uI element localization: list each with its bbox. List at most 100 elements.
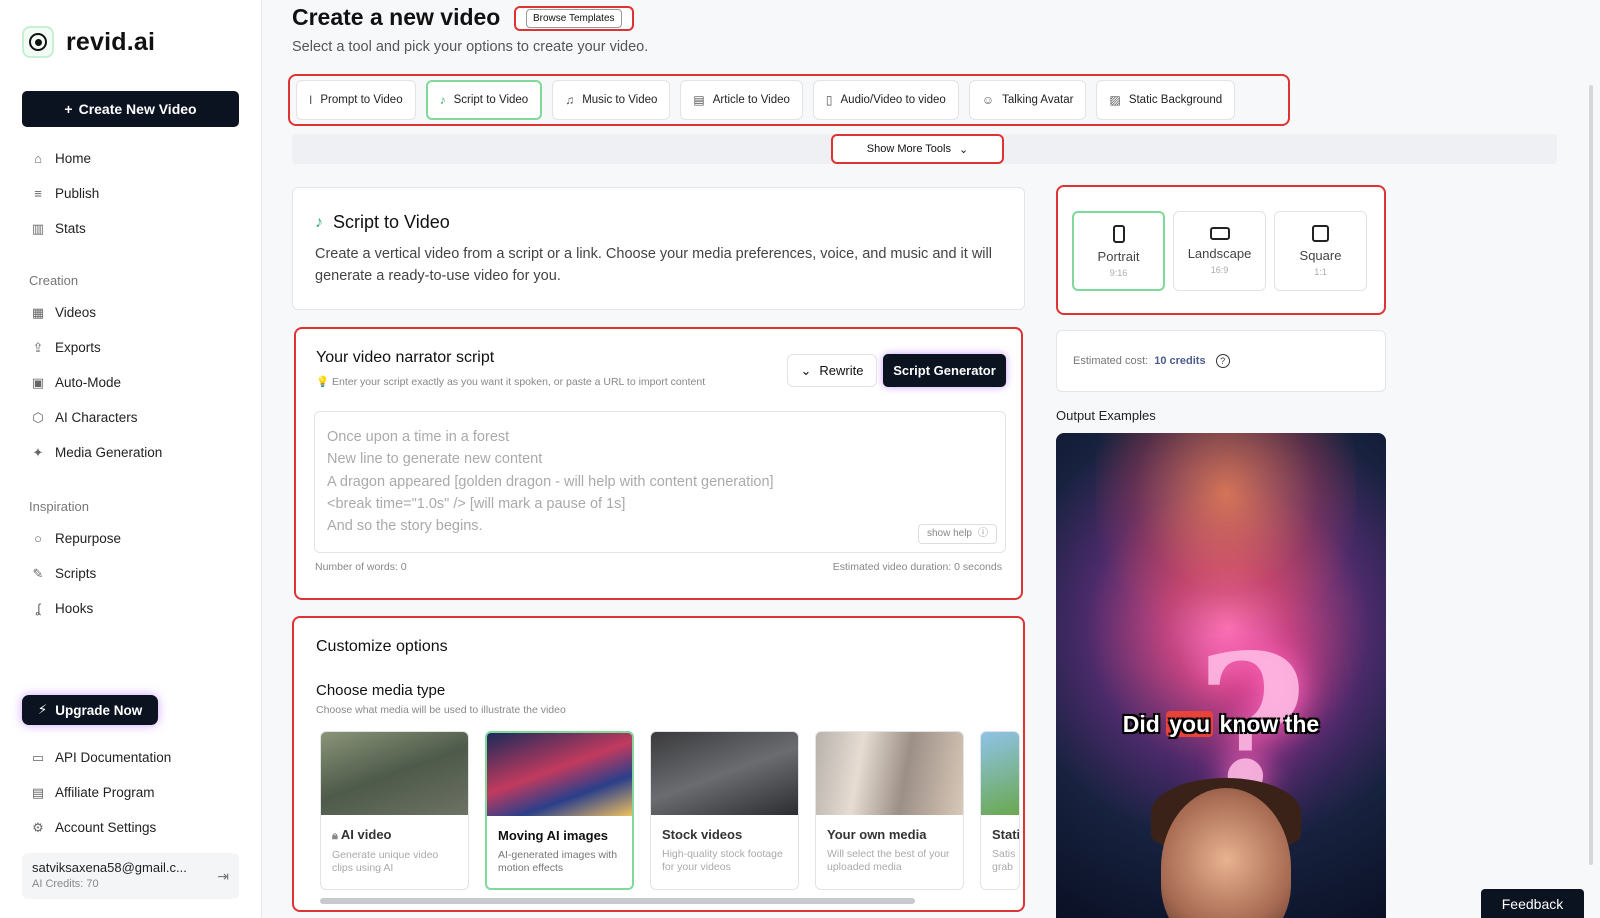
intro-title: Script to Video (333, 212, 450, 232)
script-textarea[interactable]: Once upon a time in a forest New line to… (314, 411, 1006, 553)
sidebar-item-affiliate[interactable]: ▤ Affiliate Program (22, 775, 239, 810)
media-option-own-media[interactable]: Your own media Will select the best of y… (815, 731, 964, 890)
tool-prompt-to-video[interactable]: I Prompt to Video (296, 80, 416, 120)
media-option-ai-video[interactable]: 🔒︎ AI video Generate unique video clips … (320, 731, 469, 890)
money-icon: ▤ (31, 784, 45, 800)
inspiration-nav: Inspiration ○ Repurpose ✎ Scripts ʆ Hooks (22, 491, 239, 626)
creation-nav: Creation ▦ Videos ⇪ Exports ▣ Auto-Mode ⬡ AI… (22, 265, 239, 470)
tool-script-to-video[interactable]: ♪ Script to Video (425, 80, 543, 120)
sidebar-item-account-settings[interactable]: ⚙ Account Settings (22, 810, 239, 845)
tool-music-to-video[interactable]: ♫ Music to Video (552, 80, 671, 120)
plus-icon: + (64, 101, 73, 117)
page-scrollbar[interactable] (1589, 85, 1593, 865)
ai-video-thumbnail (321, 732, 468, 815)
home-icon: ⌂ (34, 151, 42, 166)
show-help-button[interactable]: show help ⓘ (917, 524, 997, 544)
stats-icon: ▥ (31, 220, 45, 236)
sidebar-item-auto-mode[interactable]: ▣ Auto-Mode (22, 365, 239, 400)
aspect-landscape[interactable]: Landscape 16:9 (1173, 211, 1266, 291)
video-caption: Did you know the (1122, 711, 1320, 737)
aspect-portrait[interactable]: Portrait 9:16 (1072, 211, 1165, 291)
book-icon: ▭ (31, 749, 45, 765)
portrait-icon (1112, 224, 1125, 243)
tool-audio-video-to-video[interactable]: ▯ Audio/Video to video (812, 80, 959, 120)
tool-article-to-video[interactable]: ▤ Article to Video (680, 80, 803, 120)
browse-templates-button[interactable]: Browse Templates (514, 6, 634, 31)
lock-icon: 🔒︎ (332, 830, 341, 842)
sidebar-item-scripts[interactable]: ✎ Scripts (22, 556, 239, 591)
media-type-subtitle: Choose what media will be used to illust… (316, 704, 566, 716)
tool-bar: I Prompt to Video ♪ Script to Video ♫ Music… (288, 74, 1290, 126)
page-subtitle: Select a tool and pick your options to c… (292, 39, 649, 55)
rewrite-button[interactable]: ⌄ Rewrite (787, 354, 877, 387)
feedback-button[interactable]: Feedback (1481, 889, 1584, 918)
sidebar-item-hooks[interactable]: ʆ Hooks (22, 591, 239, 626)
stock-videos-thumbnail (651, 732, 798, 815)
sidebar-item-api-docs[interactable]: ▭ API Documentation (22, 740, 239, 775)
sidebar-item-home[interactable]: ⌂ Home (22, 141, 239, 176)
sparkle-icon: ✦ (32, 444, 44, 460)
create-new-video-button[interactable]: + Create New Video (22, 91, 239, 127)
tool-intro-card: ♪ Script to Video Create a vertical video… (292, 187, 1025, 310)
creation-header: Creation (29, 272, 79, 288)
user-account[interactable]: satviksaxena58@gmail.c... AI Credits: 70… (22, 853, 239, 899)
user-email: satviksaxena58@gmail.c... (32, 860, 187, 875)
landscape-icon (1209, 227, 1230, 240)
help-icon[interactable]: ? (1215, 354, 1230, 368)
logout-icon[interactable]: ⇥ (217, 868, 229, 885)
media-option-static[interactable]: Stati Satis grab (980, 731, 1020, 890)
bottom-nav: ▭ API Documentation ▤ Affiliate Program ⚙ A… (22, 740, 239, 845)
media-type-list: 🔒︎ AI video Generate unique video clips … (320, 731, 1020, 890)
tiktok-icon: ♪ (315, 213, 323, 231)
grid-icon: ▦ (31, 304, 45, 320)
chevron-down-icon: ⌄ (958, 143, 969, 156)
own-media-thumbnail (816, 732, 963, 815)
sidebar-item-ai-characters[interactable]: ⬡ AI Characters (22, 400, 239, 435)
media-type-title: Choose media type (316, 682, 446, 699)
media-option-moving-ai-images[interactable]: Moving AI images AI-generated images wit… (485, 731, 634, 890)
brand-name: revid.ai (66, 27, 156, 56)
lightning-icon: ⚡ (37, 702, 48, 717)
static-thumbnail (981, 732, 1019, 815)
upgrade-now-button[interactable]: ⚡ Upgrade Now (22, 695, 158, 725)
sidebar-item-stats[interactable]: ▥ Stats (22, 211, 239, 246)
sidebar-item-exports[interactable]: ⇪ Exports (22, 330, 239, 365)
sidebar-item-publish[interactable]: ≡ Publish (22, 176, 239, 211)
word-count: Number of words: 0 (315, 561, 407, 573)
customize-card: Customize options Choose media type Choo… (292, 616, 1025, 912)
customize-title: Customize options (316, 638, 448, 655)
sidebar-item-videos[interactable]: ▦ Videos (22, 295, 239, 330)
tiktok-icon: ♪ (439, 93, 446, 107)
chevron-down-icon: ⌄ (800, 362, 812, 378)
main-nav: ⌂ Home ≡ Publish ▥ Stats (22, 141, 239, 246)
avatar-icon: ☺ (981, 93, 995, 107)
sidebar-item-media-generation[interactable]: ✦ Media Generation (22, 435, 239, 470)
inspiration-header: Inspiration (29, 498, 89, 514)
image-icon: ▨ (1109, 93, 1121, 107)
publish-icon: ≡ (34, 186, 42, 201)
sidebar-item-repurpose[interactable]: ○ Repurpose (22, 521, 239, 556)
intro-description: Create a vertical video from a script or… (315, 246, 992, 284)
script-card: Your video narrator script 💡 Enter your … (294, 327, 1023, 600)
show-more-tools-button[interactable]: Show More Tools ⌄ (831, 134, 1004, 164)
media-scrollbar[interactable] (320, 898, 915, 904)
gear-icon: ⚙ (32, 819, 44, 835)
aspect-square[interactable]: Square 1:1 (1274, 211, 1367, 291)
character-icon: ⬡ (32, 409, 44, 425)
estimated-cost: Estimated cost: 10 credits ? (1056, 330, 1386, 392)
tool-talking-avatar[interactable]: ☺ Talking Avatar (968, 80, 1087, 120)
logo[interactable]: revid.ai (22, 26, 155, 58)
square-icon (1312, 225, 1329, 242)
estimated-duration: Estimated video duration: 0 seconds (832, 561, 1002, 573)
output-example-video[interactable]: ? Did you know the (1056, 433, 1386, 918)
article-icon: ▤ (693, 93, 705, 107)
output-examples-title: Output Examples (1056, 408, 1156, 423)
cost-value: 10 credits (1154, 355, 1206, 367)
page-title: Create a new video (292, 4, 501, 30)
main-content: Create a new video Browse Templates Sele… (263, 0, 1600, 918)
media-option-stock-videos[interactable]: Stock videos High-quality stock footage … (650, 731, 799, 890)
aspect-ratio-selector: Portrait 9:16 Landscape 16:9 Square 1:1 (1056, 185, 1386, 315)
tool-static-background[interactable]: ▨ Static Background (1096, 80, 1236, 120)
script-generator-button[interactable]: Script Generator (883, 354, 1006, 387)
robot-icon: ▣ (31, 374, 45, 390)
